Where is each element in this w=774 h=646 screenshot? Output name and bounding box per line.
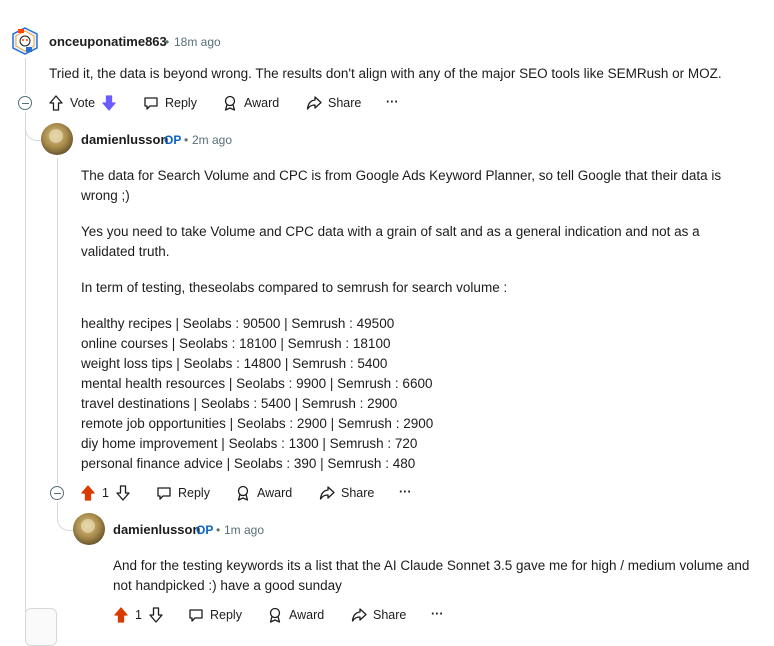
comment-text: Tried it, the data is beyond wrong. The …	[49, 66, 722, 81]
thread-branch	[25, 112, 42, 141]
downvote-icon[interactable]	[101, 95, 117, 111]
vote-group: Vote	[48, 93, 117, 113]
share-button[interactable]: Share	[306, 93, 361, 113]
award-icon	[237, 485, 249, 501]
timestamp[interactable]: 2m ago	[192, 133, 232, 147]
username[interactable]: onceuponatime863	[49, 34, 167, 49]
share-button[interactable]: Share	[351, 605, 406, 625]
upvote-icon[interactable]	[48, 95, 64, 111]
comparison-list-item: mental health resources | Seolabs : 9900…	[81, 376, 433, 391]
comment-text: And for the testing keywords its a list …	[113, 558, 750, 593]
reply-icon	[157, 487, 171, 500]
vote-group: 1	[80, 483, 131, 503]
comparison-list-item: personal finance advice | Seolabs : 390 …	[81, 456, 416, 471]
share-label: Share	[373, 608, 407, 622]
collapse-button[interactable]	[18, 96, 32, 110]
reply-button[interactable]: Reply	[143, 93, 197, 113]
vote-count: 1	[135, 608, 142, 622]
avatar[interactable]	[11, 27, 39, 55]
comment-paragraph: The data for Search Volume and CPC is fr…	[81, 168, 722, 203]
award-label: Award	[257, 486, 293, 500]
comment-paragraph: In term of testing, theseolabs compared …	[81, 280, 508, 295]
share-button[interactable]: Share	[319, 483, 374, 503]
timestamp[interactable]: 1m ago	[224, 523, 264, 537]
op-badge: OP	[164, 133, 182, 147]
avatar[interactable]	[73, 513, 105, 545]
more-options-button[interactable]: ···	[399, 482, 412, 502]
downvote-icon[interactable]	[115, 485, 131, 501]
thread-line	[25, 58, 26, 94]
thread-line	[25, 112, 26, 612]
award-button[interactable]: Award	[222, 93, 279, 113]
load-more-placeholder	[25, 608, 57, 646]
share-label: Share	[328, 96, 362, 110]
award-icon	[224, 95, 236, 111]
comparison-list-item: diy home improvement | Seolabs : 1300 | …	[81, 436, 418, 451]
downvote-icon[interactable]	[148, 607, 164, 623]
comparison-list-item: healthy recipes | Seolabs : 90500 | Semr…	[81, 316, 395, 331]
more-label: ···	[431, 607, 444, 621]
share-label: Share	[341, 486, 375, 500]
more-label: ···	[399, 485, 412, 499]
reply-button[interactable]: Reply	[156, 483, 210, 503]
collapse-button[interactable]	[50, 486, 64, 500]
more-options-button[interactable]: ···	[431, 604, 444, 624]
upvote-icon[interactable]	[80, 485, 96, 501]
share-icon	[351, 608, 367, 622]
more-options-button[interactable]: ···	[386, 92, 399, 112]
timestamp[interactable]: 18m ago	[174, 35, 221, 49]
reply-label: Reply	[165, 96, 197, 110]
award-button[interactable]: Award	[267, 605, 324, 625]
share-icon	[306, 96, 322, 110]
reply-label: Reply	[178, 486, 210, 500]
avatar[interactable]	[41, 123, 73, 155]
award-icon	[269, 607, 281, 623]
reply-label: Reply	[210, 608, 242, 622]
comparison-list-item: weight loss tips | Seolabs : 14800 | Sem…	[81, 356, 388, 371]
vote-label: Vote	[70, 96, 96, 110]
vote-count: 1	[102, 486, 109, 500]
separator: •	[165, 35, 170, 49]
comparison-list-item: remote job opportunities | Seolabs : 290…	[81, 416, 434, 431]
award-button[interactable]: Award	[235, 483, 292, 503]
separator: •	[216, 523, 221, 537]
share-icon	[319, 486, 335, 500]
username[interactable]: damienlusson	[81, 132, 168, 147]
upvote-icon[interactable]	[113, 607, 129, 623]
award-label: Award	[244, 96, 280, 110]
username[interactable]: damienlusson	[113, 522, 200, 537]
comparison-list-item: travel destinations | Seolabs : 5400 | S…	[81, 396, 398, 411]
separator: •	[184, 133, 189, 147]
vote-group: 1	[113, 605, 164, 625]
comparison-list-item: online courses | Seolabs : 18100 | Semru…	[81, 336, 391, 351]
more-label: ···	[386, 95, 399, 109]
reply-button[interactable]: Reply	[188, 605, 242, 625]
thread-branch	[57, 502, 74, 531]
reply-icon	[144, 97, 158, 110]
op-badge: OP	[196, 523, 214, 537]
thread-line	[57, 158, 58, 484]
reply-icon	[189, 609, 203, 622]
comment-paragraph: Yes you need to take Volume and CPC data…	[81, 224, 700, 259]
award-label: Award	[289, 608, 325, 622]
